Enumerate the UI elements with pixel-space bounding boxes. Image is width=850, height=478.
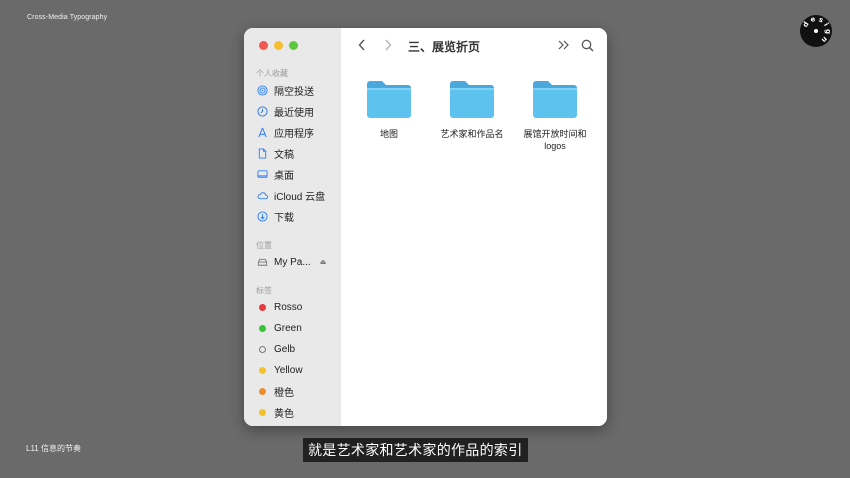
folder-icon	[367, 81, 411, 118]
back-button[interactable]	[355, 37, 369, 53]
zoom-button[interactable]	[289, 41, 298, 50]
sidebar-item-airdrop[interactable]: 隔空投送	[256, 82, 338, 98]
sidebar-item-desktop[interactable]: 桌面	[256, 166, 338, 182]
tag-item-green[interactable]: Green	[256, 320, 338, 336]
desktop-icon	[256, 168, 269, 181]
finder-window: 个人收藏 隔空投送 最近使用 应用程序 文稿 桌面 iCloud 云盘 下载 位…	[244, 28, 607, 426]
folder-item[interactable]: 地图	[348, 78, 430, 140]
sidebar-item-label: 最近使用	[274, 107, 314, 119]
download-icon	[256, 210, 269, 223]
sidebar-item-label: My Pa...	[274, 256, 311, 268]
double-chevron-icon	[558, 40, 569, 50]
tag-dot-icon	[259, 408, 266, 416]
folder-icon	[450, 81, 494, 118]
sidebar-item-icloud[interactable]: iCloud 云盘	[256, 187, 338, 203]
drive-icon	[256, 256, 269, 269]
minimize-button[interactable]	[274, 41, 283, 50]
course-title: Cross-Media Typography	[27, 14, 108, 21]
chevron-left-icon	[358, 39, 365, 51]
document-icon	[256, 147, 269, 160]
folder-label: 艺术家和作品名	[440, 129, 504, 139]
tag-dot-icon	[259, 303, 266, 311]
sidebar-item-recents[interactable]: 最近使用	[256, 103, 338, 119]
tag-label: Gelb	[274, 343, 296, 355]
tag-label: Yellow	[274, 364, 303, 376]
sidebar-item-label: 桌面	[274, 170, 294, 182]
favorites-header: 个人收藏	[256, 69, 288, 78]
sidebar-item-documents[interactable]: 文稿	[256, 145, 338, 161]
traffic-lights	[259, 41, 298, 50]
tag-dot-icon	[259, 366, 266, 374]
lesson-label: L11 信息的节奏	[26, 444, 81, 453]
tag-item-yellow-cn[interactable]: 黄色	[256, 404, 338, 420]
applications-icon	[256, 126, 269, 139]
design-logo: d e s i g n	[800, 15, 832, 47]
tag-label: Rosso	[274, 301, 303, 313]
tag-item-orange[interactable]: 橙色	[256, 383, 338, 399]
folder-item[interactable]: 展馆开放时间和logos	[514, 78, 596, 152]
sidebar-item-label: 下载	[274, 212, 294, 224]
close-button[interactable]	[259, 41, 268, 50]
sidebar-item-label: 隔空投送	[274, 86, 314, 98]
search-button[interactable]	[580, 37, 594, 53]
file-browser: 三、展览折页 地图 艺术家和作品名 展馆开放时间和logos	[341, 28, 607, 426]
chevron-right-icon	[385, 39, 392, 51]
folder-item[interactable]: 艺术家和作品名	[431, 78, 513, 140]
tag-dot-icon	[259, 324, 266, 332]
window-title: 三、展览折页	[408, 40, 481, 54]
sidebar-item-drive[interactable]: My Pa... ⏏	[256, 254, 338, 270]
folder-label: 地图	[379, 129, 398, 139]
tag-label: 橙色	[274, 387, 294, 399]
clock-icon	[256, 105, 269, 118]
eject-icon[interactable]: ⏏	[320, 258, 327, 266]
sidebar: 个人收藏 隔空投送 最近使用 应用程序 文稿 桌面 iCloud 云盘 下载 位…	[244, 28, 341, 426]
tag-item-gelb[interactable]: Gelb	[256, 341, 338, 357]
tag-label: 黄色	[274, 408, 294, 420]
subtitle-caption: 就是艺术家和艺术家的作品的索引	[303, 438, 528, 462]
tag-item-yellow[interactable]: Yellow	[256, 362, 338, 378]
search-icon	[581, 39, 593, 51]
forward-button[interactable]	[381, 37, 395, 53]
sidebar-item-downloads[interactable]: 下载	[256, 208, 338, 224]
tag-dot-icon	[259, 387, 266, 395]
sidebar-item-label: 文稿	[274, 149, 294, 161]
locations-header: 位置	[256, 241, 272, 250]
tag-item-rosso[interactable]: Rosso	[256, 299, 338, 315]
tag-dot-icon	[259, 345, 266, 353]
cloud-icon	[256, 189, 269, 202]
tags-header: 标签	[256, 286, 272, 295]
sidebar-item-label: iCloud 云盘	[274, 191, 326, 203]
folder-label: 展馆开放时间和logos	[523, 129, 587, 151]
tag-label: Green	[274, 322, 302, 334]
sidebar-item-label: 应用程序	[274, 128, 314, 140]
airdrop-icon	[256, 84, 269, 97]
folder-icon	[533, 81, 577, 118]
more-toolbar-button[interactable]	[557, 37, 571, 53]
sidebar-item-applications[interactable]: 应用程序	[256, 124, 338, 140]
